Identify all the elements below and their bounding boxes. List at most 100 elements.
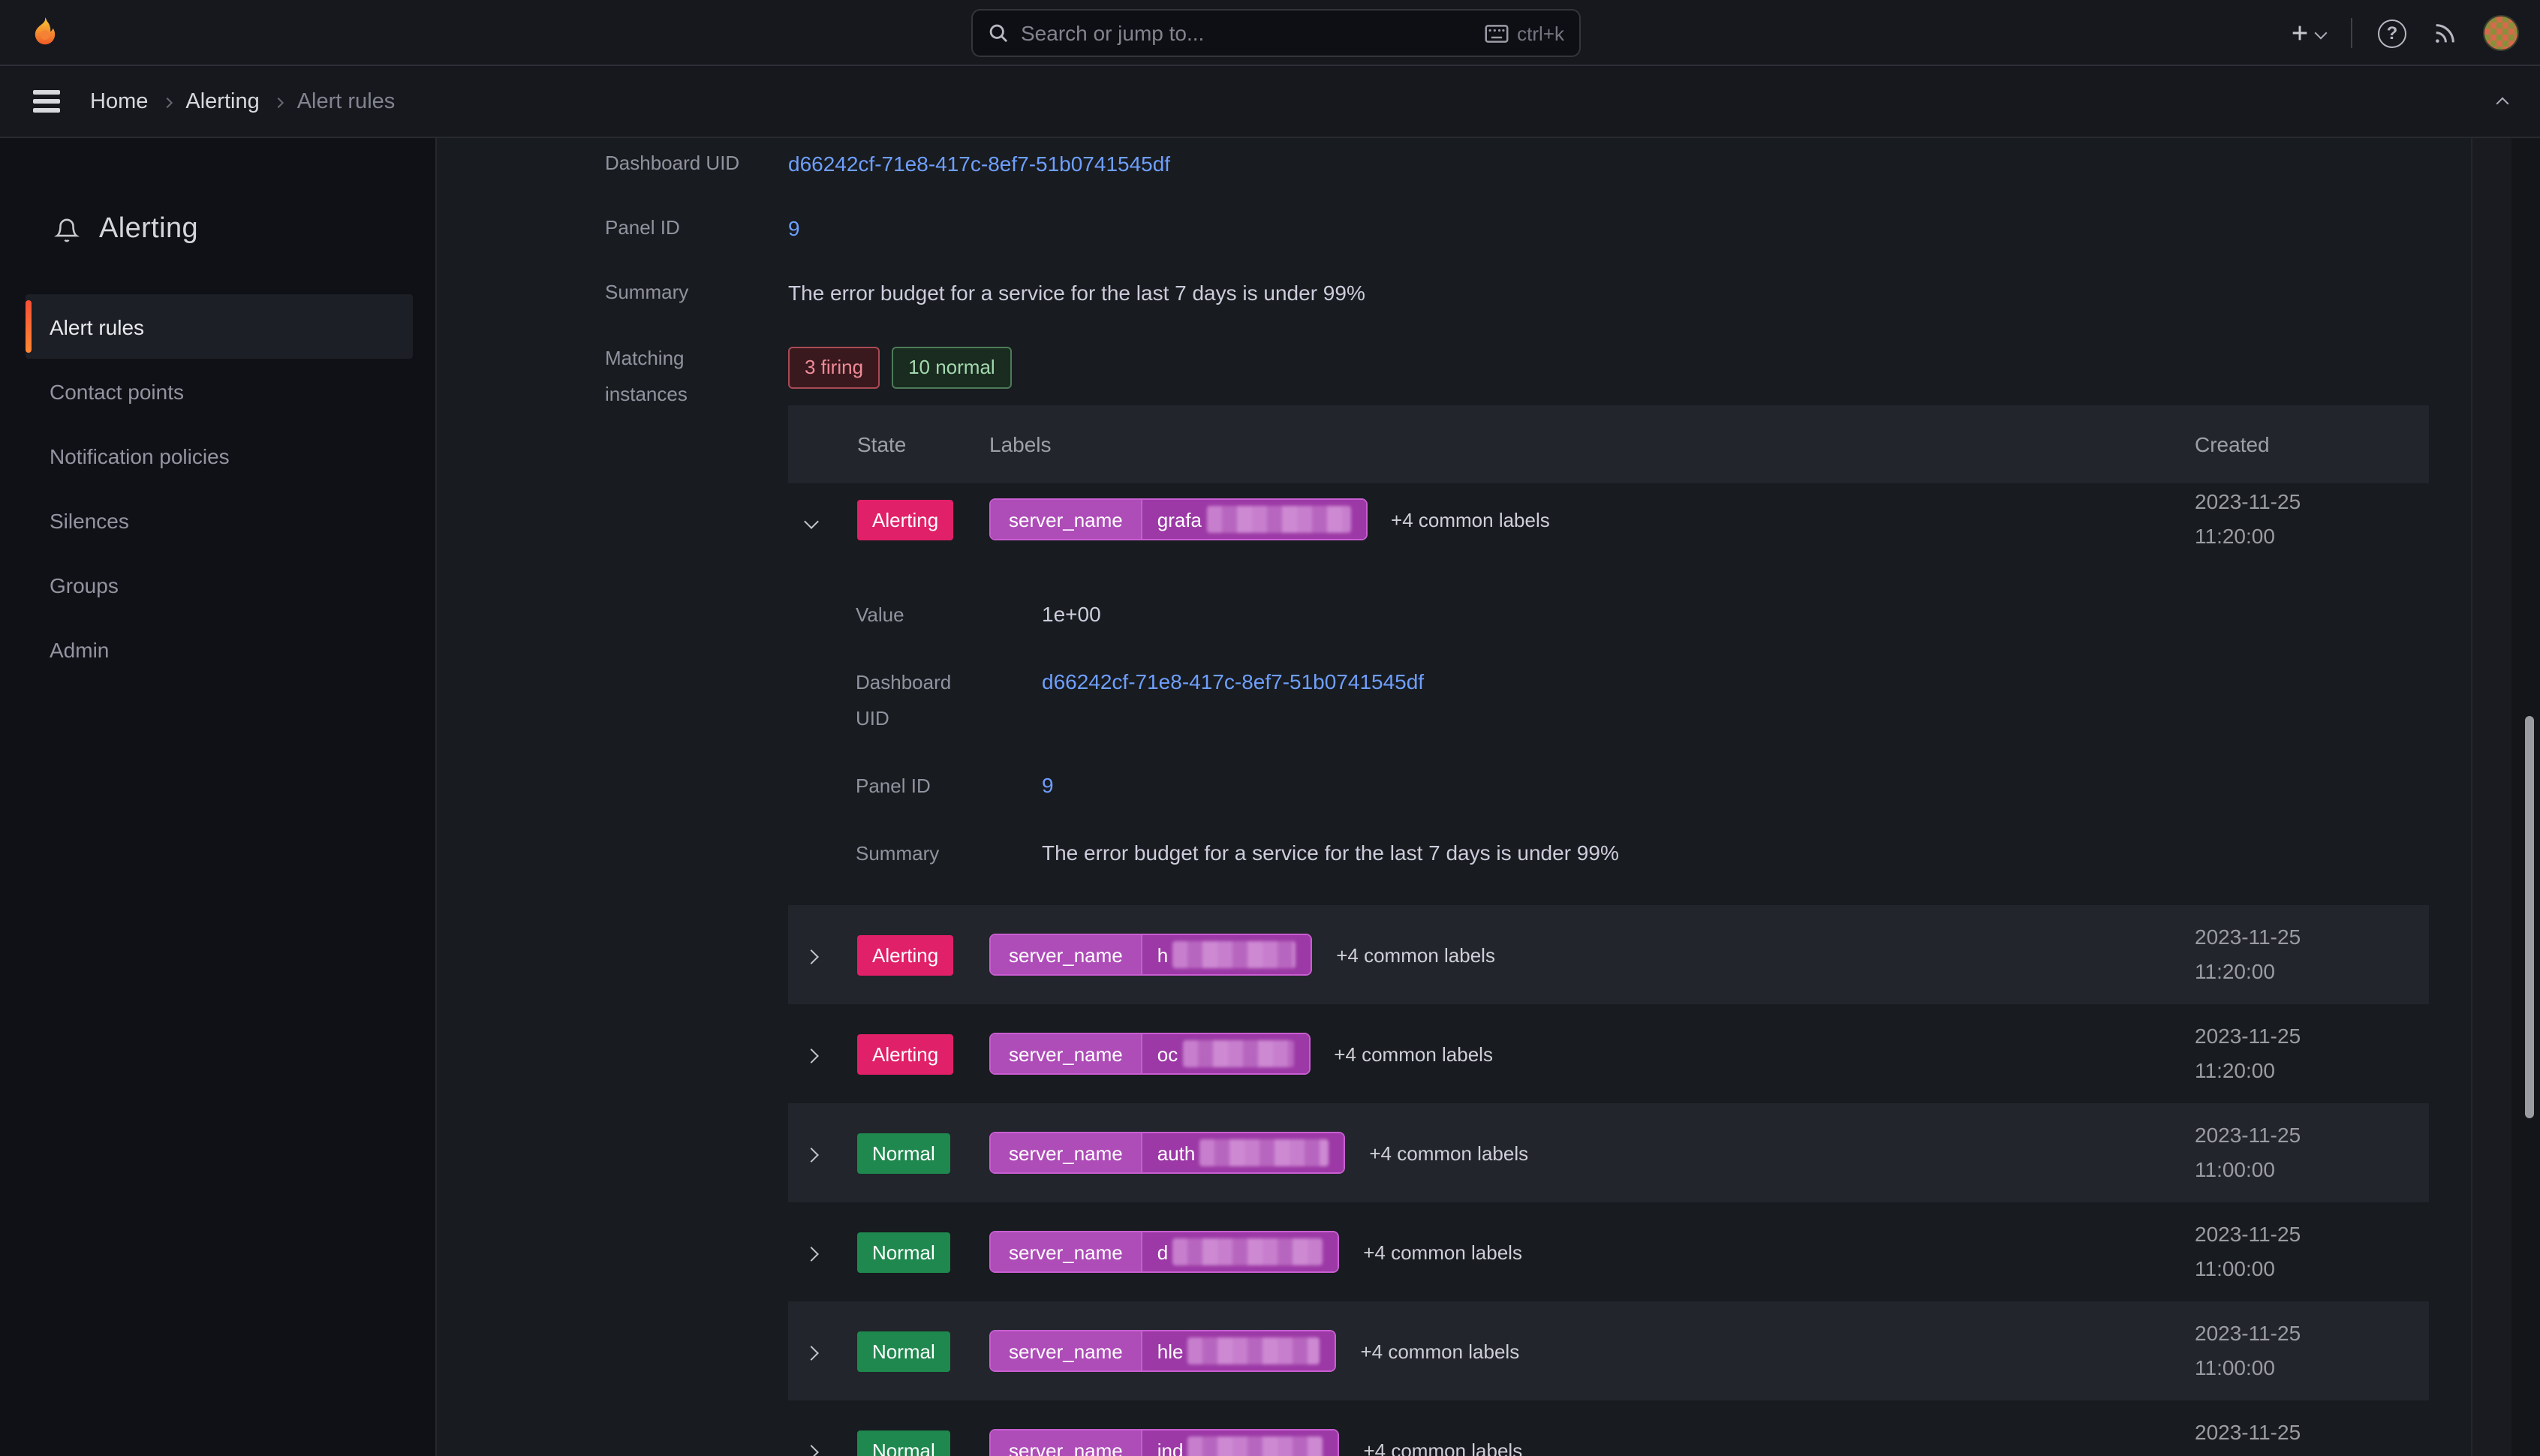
expand-row-button[interactable] [800,1235,823,1269]
common-labels-text: +4 common labels [1363,1439,1522,1456]
label-value: d [1141,1232,1338,1271]
created-cell: 2023-11-2511:00:00 [2195,1217,2429,1286]
sidebar-item-contact-points[interactable]: Contact points [26,359,413,423]
summary-text: The error budget for a service for the l… [1042,836,2429,872]
dashboard-uid-link[interactable]: d66242cf-71e8-417c-8ef7-51b0741545df [788,152,1170,176]
chevron-right-icon [273,97,284,107]
sidebar-item-notification-policies[interactable]: Notification policies [26,423,413,488]
sidebar-item-groups[interactable]: Groups [26,552,413,617]
label-pill: server_name grafa [989,498,1367,540]
redacted-value [1206,506,1350,533]
label-value: hle [1141,1331,1335,1370]
breadcrumb-alerting[interactable]: Alerting [185,89,259,113]
label-pill: server_name oc [989,1033,1310,1075]
detail-field-panel-id: Panel ID 9 [605,212,2540,245]
instance-row: Normal server_name ind +4 common labels … [788,1400,2429,1456]
search-shortcut: ctrl+k [1517,22,1564,44]
sidebar-item-admin[interactable]: Admin [26,617,413,681]
state-badge: Alerting [857,1033,953,1074]
redacted-value [1187,1337,1320,1364]
rss-icon [2432,20,2457,46]
instance-row: Alerting server_name h +4 common labels … [788,905,2429,1004]
common-labels-text: +4 common labels [1360,1340,1519,1362]
expand-row-button[interactable] [800,937,823,972]
active-indicator [26,300,32,353]
panel-id-link[interactable]: 9 [1042,773,1054,797]
sidebar-item-alert-rules[interactable]: Alert rules [26,294,413,359]
user-avatar[interactable] [2483,15,2519,51]
search-icon [988,23,1009,44]
breadcrumb-current-page: Alert rules [297,89,396,113]
search-placeholder: Search or jump to... [1021,21,1484,45]
label-key: server_name [991,1430,1141,1456]
label-key: server_name [991,1133,1141,1172]
label-value: h [1141,935,1311,974]
toolbar-divider [2351,18,2352,48]
chevron-right-icon [804,1444,819,1456]
matching-instances-label: Matching instances [605,341,731,1456]
sidebar-section-title[interactable]: Alerting [0,210,435,249]
expand-row-button[interactable] [800,1433,823,1456]
help-button[interactable]: ? [2378,19,2406,47]
header-state: State [857,432,989,456]
label-value: grafa [1141,500,1365,539]
label-key: server_name [991,1232,1141,1271]
help-icon: ? [2378,19,2406,47]
collapse-row-button[interactable] [800,502,823,537]
common-labels-text: +4 common labels [1391,508,1550,531]
state-badge: Normal [857,1133,950,1173]
chevron-right-icon [161,97,172,107]
redacted-value [1182,1040,1293,1067]
sidebar: Alerting Alert rules Contact points Noti… [0,138,437,1456]
state-badge: Alerting [857,499,953,540]
chevron-right-icon [804,1048,819,1063]
field-label: Panel ID [605,212,788,245]
add-new-button[interactable] [2288,21,2325,45]
redacted-value [1172,1238,1323,1265]
label-pill: server_name ind [989,1429,1339,1456]
alert-rule-details: Dashboard UID d66242cf-71e8-417c-8ef7-51… [438,138,2540,1456]
label-key: server_name [991,1034,1141,1073]
expand-row-button[interactable] [800,1334,823,1368]
scroll-gutter [2472,138,2511,1456]
collapse-panel-button[interactable] [2498,90,2507,113]
instance-row: Normal server_name hle +4 common labels … [788,1301,2429,1400]
sidebar-nav: Alert rules Contact points Notification … [0,294,435,681]
breadcrumb-home[interactable]: Home [90,89,148,113]
panel-id-link[interactable]: 9 [788,216,800,240]
label-value: auth [1141,1133,1344,1172]
menu-toggle-button[interactable] [33,86,63,118]
expand-row-button[interactable] [800,1136,823,1170]
created-cell: 2023-11-2511:20:00 [2195,920,2429,989]
breadcrumb-bar: Home Alerting Alert rules [0,66,2540,138]
common-labels-text: +4 common labels [1334,1042,1493,1065]
label-pill: server_name hle [989,1330,1336,1372]
redacted-value [1199,1139,1329,1166]
label-value: ind [1141,1430,1338,1456]
instances-table: State Labels Created Alerting server_nam… [788,405,2429,1456]
dashboard-uid-link[interactable]: d66242cf-71e8-417c-8ef7-51b0741545df [1042,669,1424,693]
label-key: server_name [991,1331,1141,1370]
sidebar-item-silences[interactable]: Silences [26,488,413,552]
summary-text: The error budget for a service for the l… [788,276,2540,309]
common-labels-text: +4 common labels [1369,1142,1528,1164]
search-input[interactable]: Search or jump to... ctrl+k [971,9,1581,57]
common-labels-text: +4 common labels [1336,943,1495,966]
scrollbar-thumb[interactable] [2525,716,2534,1118]
detail-field-dashboard-uid: Dashboard UID d66242cf-71e8-417c-8ef7-51… [856,665,2429,737]
grafana-app: Search or jump to... ctrl+k [0,0,2540,1456]
keyboard-icon [1484,23,1508,43]
created-cell: 2023-11-2511:20:00 [2195,1019,2429,1088]
label-pill: server_name d [989,1231,1339,1273]
grafana-logo-icon[interactable] [27,14,63,50]
chevron-right-icon [804,1246,819,1261]
breadcrumb: Home Alerting Alert rules [90,89,395,113]
header-created: Created [2195,432,2429,456]
news-feed-button[interactable] [2432,20,2457,46]
expand-row-button[interactable] [800,1036,823,1071]
instance-row: Alerting server_name oc +4 common labels… [788,1004,2429,1103]
chevron-up-icon [2496,98,2509,110]
detail-field-summary: Summary The error budget for a service f… [605,276,2540,309]
label-key: server_name [991,500,1141,539]
detail-field-panel-id: Panel ID 9 [856,769,2429,805]
